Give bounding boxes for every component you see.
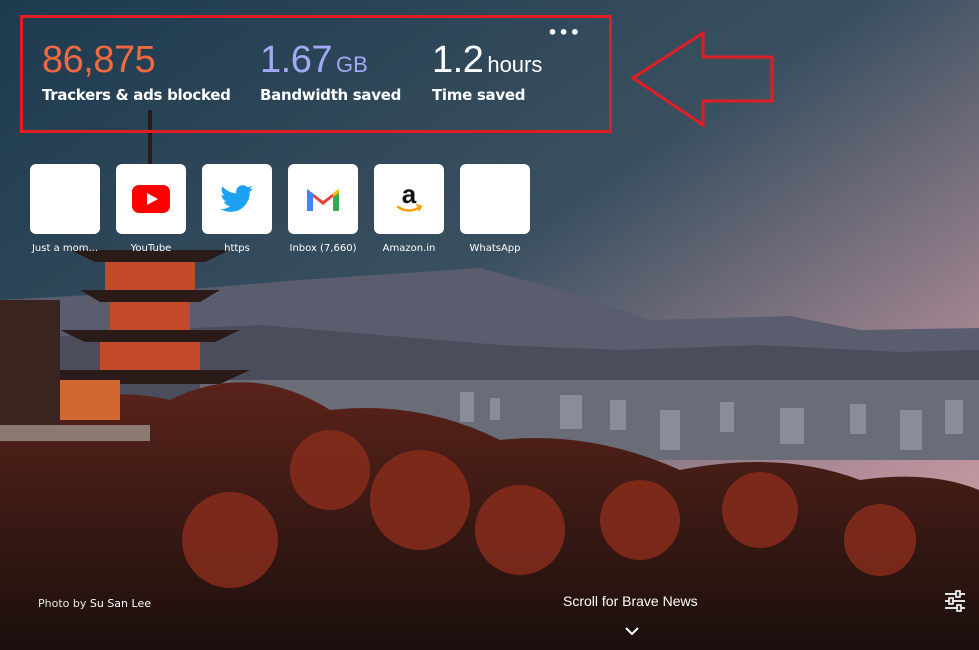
scroll-news-label[interactable]: Scroll for Brave News	[563, 593, 698, 609]
svg-text:a: a	[402, 181, 417, 209]
time-stat: 1.2 hours Time saved	[432, 40, 542, 104]
time-label: Time saved	[432, 86, 526, 104]
photo-credit-prefix: Photo by	[38, 597, 87, 610]
bandwidth-label: Bandwidth saved	[260, 86, 402, 104]
bandwidth-stat: 1.67 GB Bandwidth saved	[260, 40, 401, 104]
top-site-tile[interactable]: https	[202, 164, 272, 254]
top-site-name: Just a mom...	[31, 243, 99, 254]
trackers-stat: 86,875 Trackers & ads blocked	[42, 40, 231, 104]
photo-credit-author[interactable]: Su San Lee	[90, 597, 151, 610]
top-site-name: https	[224, 243, 250, 254]
gmail-icon	[307, 189, 339, 211]
blank-icon	[30, 164, 100, 234]
top-site-tile[interactable]: WhatsApp	[460, 164, 530, 254]
top-site-name: Amazon.in	[382, 243, 436, 254]
top-site-tile[interactable]: Just a mom...	[30, 164, 100, 254]
more-options-button[interactable]: •••	[547, 25, 581, 41]
top-site-name: YouTube	[130, 243, 172, 254]
amazon-icon: a	[396, 181, 423, 212]
stats-widget: 86,875 Trackers & ads blocked 1.67 GB Ban…	[20, 15, 612, 133]
time-unit: hours	[487, 52, 543, 77]
photo-credit: Photo by Su San Lee	[38, 597, 151, 610]
bandwidth-unit: GB	[335, 52, 368, 77]
top-site-tile[interactable]: YouTube	[116, 164, 186, 254]
annotation-arrow	[628, 30, 778, 134]
top-site-name: Inbox (7,660)	[289, 243, 357, 254]
trackers-count: 86,875	[42, 39, 156, 81]
top-site-tile[interactable]: a Amazon.in	[374, 164, 444, 254]
bandwidth-value: 1.67	[260, 39, 332, 81]
chevron-down-icon[interactable]	[624, 621, 640, 640]
youtube-icon	[132, 185, 170, 213]
top-site-name: WhatsApp	[469, 243, 521, 254]
time-value: 1.2	[432, 39, 484, 81]
blank-icon	[460, 164, 530, 234]
top-site-tile[interactable]: Inbox (7,660)	[288, 164, 358, 254]
trackers-label: Trackers & ads blocked	[42, 86, 231, 104]
customize-settings-icon[interactable]	[943, 590, 967, 616]
twitter-icon	[220, 185, 253, 212]
